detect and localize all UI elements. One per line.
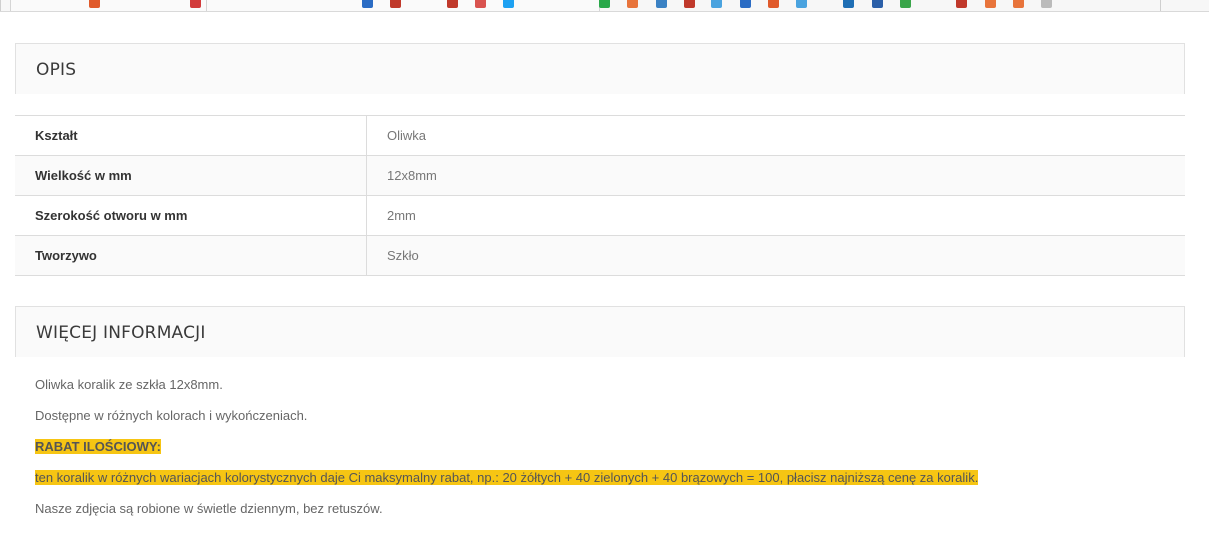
spec-value: Szkło [366,235,1185,276]
discount-text: ten koralik w różnych wariacjach kolorys… [35,470,979,485]
bookmark-icon[interactable] [711,0,722,8]
description-title: OPIS [36,60,77,80]
table-row: Wielkość w mm 12x8mm [15,155,1185,196]
spec-label: Tworzywo [15,235,367,276]
table-row: Kształt Oliwka [15,115,1185,156]
info-paragraph: Dostępne w różnych kolorach i wykończeni… [35,408,308,423]
toolbar-separator [1160,0,1161,11]
bookmark-icon[interactable] [1041,0,1052,8]
discount-paragraph: ten koralik w różnych wariacjach kolorys… [35,470,1165,486]
bookmark-icon[interactable] [900,0,911,8]
more-info-header: WIĘCEJ INFORMACJI [15,306,1185,357]
browser-tab-fragment[interactable] [206,0,600,11]
discount-paragraph: RABAT ILOŚCIOWY: [35,439,1165,455]
spec-label: Wielkość w mm [15,155,367,196]
product-details: OPIS Kształt Oliwka Wielkość w mm 12x8mm… [15,43,1185,532]
tab-divider [0,0,1,11]
bookmark-icon[interactable] [362,0,373,8]
spec-value: 2mm [366,195,1185,236]
bookmark-icon[interactable] [768,0,779,8]
spec-value: Oliwka [366,115,1185,156]
spec-label: Szerokość otworu w mm [15,195,367,236]
discount-heading: RABAT ILOŚCIOWY: [35,439,161,454]
table-row: Szerokość otworu w mm 2mm [15,195,1185,236]
more-info-content: Oliwka koralik ze szkła 12x8mm. Dostępne… [15,357,1185,517]
bookmark-icon[interactable] [475,0,486,8]
bookmark-icon[interactable] [599,0,610,8]
info-paragraph: Nasze zdjęcia są robione w świetle dzien… [35,501,383,516]
bookmark-icon[interactable] [447,0,458,8]
info-paragraph: Oliwka koralik ze szkła 12x8mm. [35,377,223,392]
bookmark-icon[interactable] [843,0,854,8]
bookmark-icon[interactable] [956,0,967,8]
specs-table: Kształt Oliwka Wielkość w mm 12x8mm Szer… [15,115,1185,276]
bookmark-icon[interactable] [1013,0,1024,8]
more-info-title: WIĘCEJ INFORMACJI [36,323,206,343]
bookmark-icon[interactable] [985,0,996,8]
bookmark-icon[interactable] [390,0,401,8]
bookmark-icon[interactable] [740,0,751,8]
spec-value: 12x8mm [366,155,1185,196]
bookmark-icon[interactable] [872,0,883,8]
bookmark-icon[interactable] [627,0,638,8]
browser-tab-fragment[interactable] [10,0,208,11]
bookmark-icon[interactable] [684,0,695,8]
bookmark-icon[interactable] [656,0,667,8]
browser-bookmarks-bar [0,0,1209,12]
spec-label: Kształt [15,115,367,156]
table-row: Tworzywo Szkło [15,235,1185,276]
bookmark-icon[interactable] [190,0,201,8]
bookmark-icon[interactable] [796,0,807,8]
bookmark-icon[interactable] [503,0,514,8]
bookmark-icon[interactable] [89,0,100,8]
description-header: OPIS [15,43,1185,94]
